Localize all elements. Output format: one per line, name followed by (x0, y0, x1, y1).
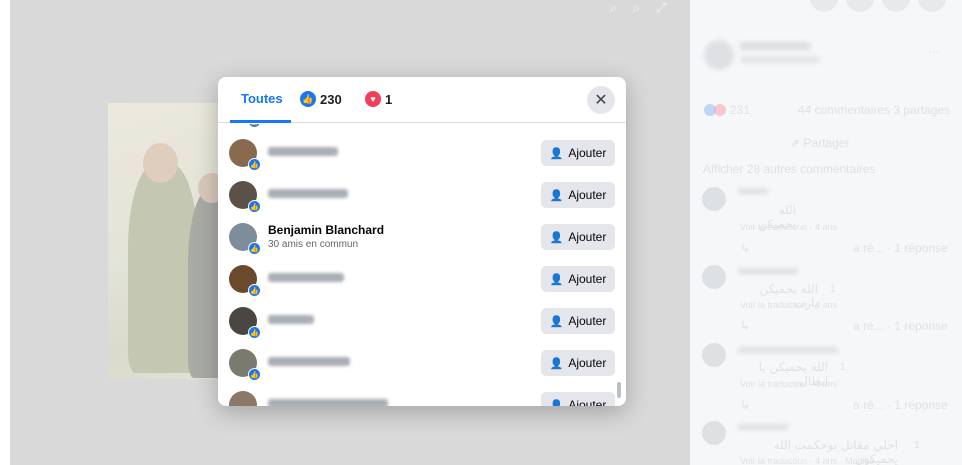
list-item: 👍 👤 Ajouter (218, 346, 626, 388)
add-friend-button[interactable]: 👤 Ajouter (541, 224, 615, 250)
scrollbar[interactable] (617, 382, 621, 398)
person-name[interactable]: Benjamin Blanchard (268, 223, 384, 237)
close-icon: ✕ (594, 92, 608, 109)
person-name[interactable] (268, 187, 348, 201)
like-icon: 👍 (300, 91, 316, 107)
reactions-dialog: Toutes 👍 230 ♥ 1 ✕ 👍 👍 👤 Ajouter (218, 77, 626, 406)
person-name[interactable] (268, 397, 388, 406)
tab-like[interactable]: 👍 230 (300, 91, 342, 107)
add-friend-label: Ajouter (568, 272, 607, 286)
person-name[interactable] (268, 313, 314, 327)
add-friend-icon: 👤 (549, 231, 564, 244)
add-friend-label: Ajouter (568, 230, 607, 244)
add-friend-icon: 👤 (549, 315, 564, 328)
add-friend-icon: 👤 (549, 399, 564, 407)
tab-love-count: 1 (385, 91, 393, 107)
reaction-tabs: Toutes 👍 230 ♥ 1 ✕ (218, 77, 626, 123)
add-friend-label: Ajouter (568, 398, 607, 406)
add-friend-label: Ajouter (568, 188, 607, 202)
tab-all-label: Toutes (241, 91, 283, 106)
list-item: 👍 (218, 124, 626, 135)
list-item: 👍 👤 Ajouter (218, 262, 626, 304)
add-friend-button[interactable]: 👤 Ajouter (541, 140, 615, 166)
reactors-list: 👍 👍 👤 Ajouter 👍 👤 Ajouter 👍 Benjami (218, 124, 626, 406)
add-friend-icon: 👤 (549, 189, 564, 202)
person-name[interactable] (268, 271, 344, 285)
add-friend-button[interactable]: 👤 Ajouter (541, 392, 615, 406)
person-name[interactable] (268, 145, 338, 159)
close-button[interactable]: ✕ (587, 86, 615, 114)
list-item: 👍 👤 Ajouter (218, 178, 626, 220)
like-badge-icon: 👍 (248, 124, 261, 128)
add-friend-label: Ajouter (568, 146, 607, 160)
tab-all[interactable]: Toutes (241, 91, 283, 106)
mutual-friends: 30 amis en commun (268, 239, 359, 250)
add-friend-button[interactable]: 👤 Ajouter (541, 350, 615, 376)
tab-love[interactable]: ♥ 1 (365, 91, 392, 107)
add-friend-button[interactable]: 👤 Ajouter (541, 182, 615, 208)
list-item: 👍 👤 Ajouter (218, 304, 626, 346)
avatar[interactable] (229, 391, 257, 406)
add-friend-icon: 👤 (549, 147, 564, 160)
like-badge-icon: 👍 (248, 242, 261, 255)
like-badge-icon: 👍 (248, 200, 261, 213)
list-item: 👍 Benjamin Blanchard 30 amis en commun 👤… (218, 220, 626, 262)
love-icon: ♥ (365, 91, 381, 107)
add-friend-icon: 👤 (549, 357, 564, 370)
active-tab-indicator (230, 120, 291, 123)
list-item: 👍 👤 Ajouter (218, 136, 626, 178)
add-friend-icon: 👤 (549, 273, 564, 286)
list-item: 👤 Ajouter (218, 388, 626, 406)
tab-like-count: 230 (320, 91, 342, 107)
like-badge-icon: 👍 (248, 158, 261, 171)
add-friend-button[interactable]: 👤 Ajouter (541, 308, 615, 334)
add-friend-label: Ajouter (568, 356, 607, 370)
like-badge-icon: 👍 (248, 326, 261, 339)
add-friend-label: Ajouter (568, 314, 607, 328)
person-name[interactable] (268, 355, 350, 369)
like-badge-icon: 👍 (248, 284, 261, 297)
add-friend-button[interactable]: 👤 Ajouter (541, 266, 615, 292)
like-badge-icon: 👍 (248, 368, 261, 381)
